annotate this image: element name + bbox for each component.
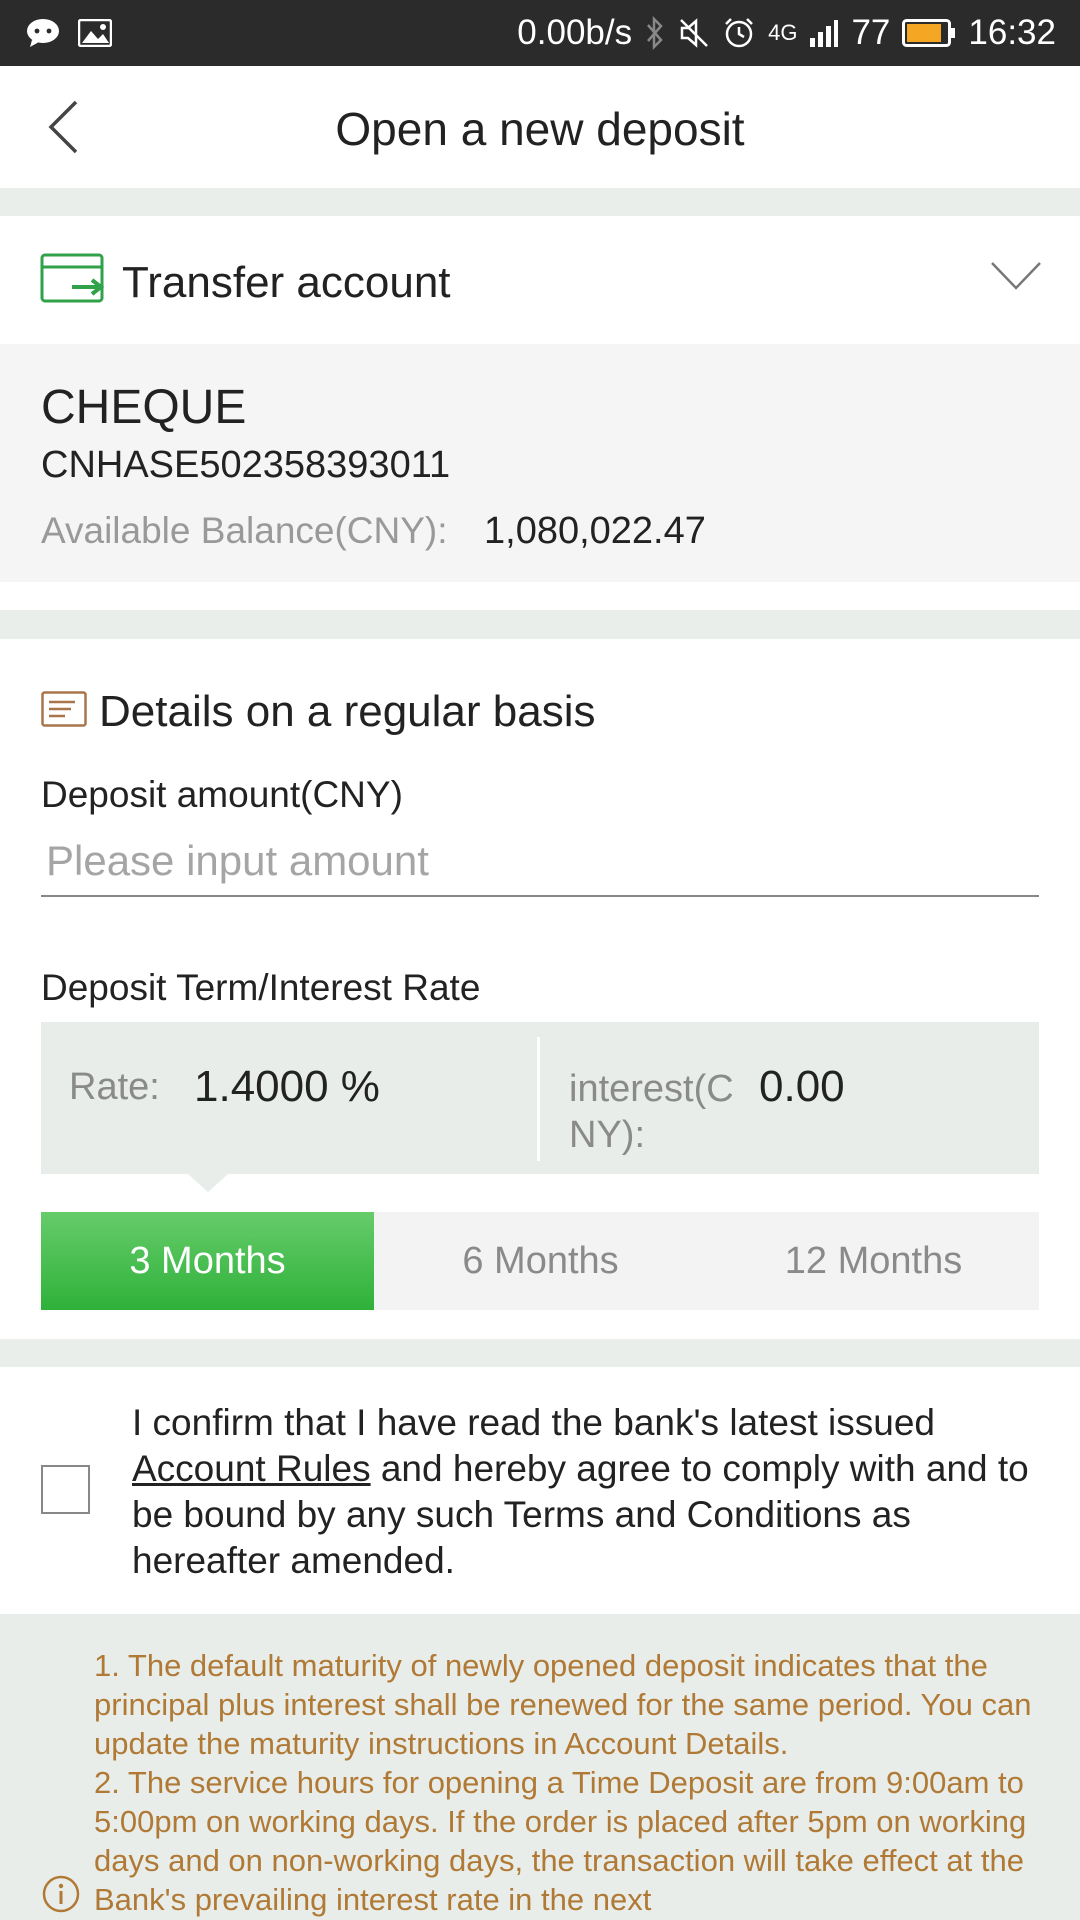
note-item: 2. The service hours for opening a Time … <box>94 1765 1027 1917</box>
notes-text: 1. The default maturity of newly opened … <box>94 1646 1044 1919</box>
status-bar: 0.00b/s 4G 77 16:32 <box>0 0 1080 66</box>
divider <box>0 1339 1080 1367</box>
account-card[interactable]: CHEQUE CNHASE502358393011 Available Bala… <box>0 344 1080 582</box>
consent-text-part: I confirm that I have read the bank's la… <box>132 1402 935 1443</box>
balance-label: Available Balance(CNY): <box>41 510 448 551</box>
notes-panel: 1. The default maturity of newly opened … <box>0 1614 1080 1920</box>
account-number: CNHASE502358393011 <box>41 444 451 486</box>
chevron-down-icon[interactable] <box>990 260 1042 297</box>
transfer-account-selector[interactable]: Transfer account <box>0 216 1080 344</box>
balance-value: 1,080,022.47 <box>484 510 706 552</box>
image-icon <box>78 19 112 47</box>
interest-label: interest(CNY): <box>569 1068 734 1156</box>
term-option-6-months[interactable]: 6 Months <box>374 1212 707 1310</box>
transfer-account-label: Transfer account <box>122 258 451 307</box>
alarm-icon <box>722 16 756 50</box>
note-item: 1. The default maturity of newly opened … <box>94 1648 1032 1761</box>
details-title: Details on a regular basis <box>99 687 596 736</box>
bluetooth-icon <box>644 16 666 50</box>
selection-pointer <box>188 1174 228 1192</box>
deposit-amount-label: Deposit amount(CNY) <box>41 774 403 815</box>
message-icon <box>26 18 60 48</box>
deposit-details-section: Details on a regular basis Deposit amoun… <box>0 639 1080 1339</box>
term-option-12-months[interactable]: 12 Months <box>707 1212 1040 1310</box>
account-type: CHEQUE <box>41 381 247 434</box>
signal-icon <box>809 18 839 48</box>
battery-level: 77 <box>851 13 891 52</box>
transfer-card-icon <box>40 253 106 310</box>
divider <box>0 610 1080 639</box>
term-selector: 3 Months 6 Months 12 Months <box>41 1212 1039 1310</box>
consent-text: I confirm that I have read the bank's la… <box>132 1400 1052 1584</box>
rate-panel: Rate: 1.4000 % interest(CNY): 0.00 <box>41 1022 1039 1174</box>
document-icon <box>41 691 87 732</box>
page-title: Open a new deposit <box>335 103 745 155</box>
battery-icon <box>902 19 956 47</box>
rate-label: Rate: <box>69 1066 160 1108</box>
interest-value: 0.00 <box>759 1062 845 1111</box>
panel-divider <box>537 1037 540 1161</box>
consent-checkbox[interactable] <box>41 1465 90 1514</box>
consent-section: I confirm that I have read the bank's la… <box>0 1367 1080 1614</box>
deposit-amount-input[interactable] <box>41 827 1039 897</box>
rate-value: 1.4000 % <box>194 1062 380 1111</box>
mute-icon <box>678 17 710 49</box>
divider <box>0 188 1080 216</box>
info-icon <box>42 1875 80 1918</box>
app-header: Open a new deposit <box>0 66 1080 188</box>
term-option-3-months[interactable]: 3 Months <box>41 1212 374 1310</box>
clock: 16:32 <box>968 13 1056 52</box>
network-speed: 0.00b/s <box>517 13 633 52</box>
deposit-term-label: Deposit Term/Interest Rate <box>41 967 481 1008</box>
network-type: 4G <box>768 20 798 45</box>
account-rules-link[interactable]: Account Rules <box>132 1448 371 1489</box>
